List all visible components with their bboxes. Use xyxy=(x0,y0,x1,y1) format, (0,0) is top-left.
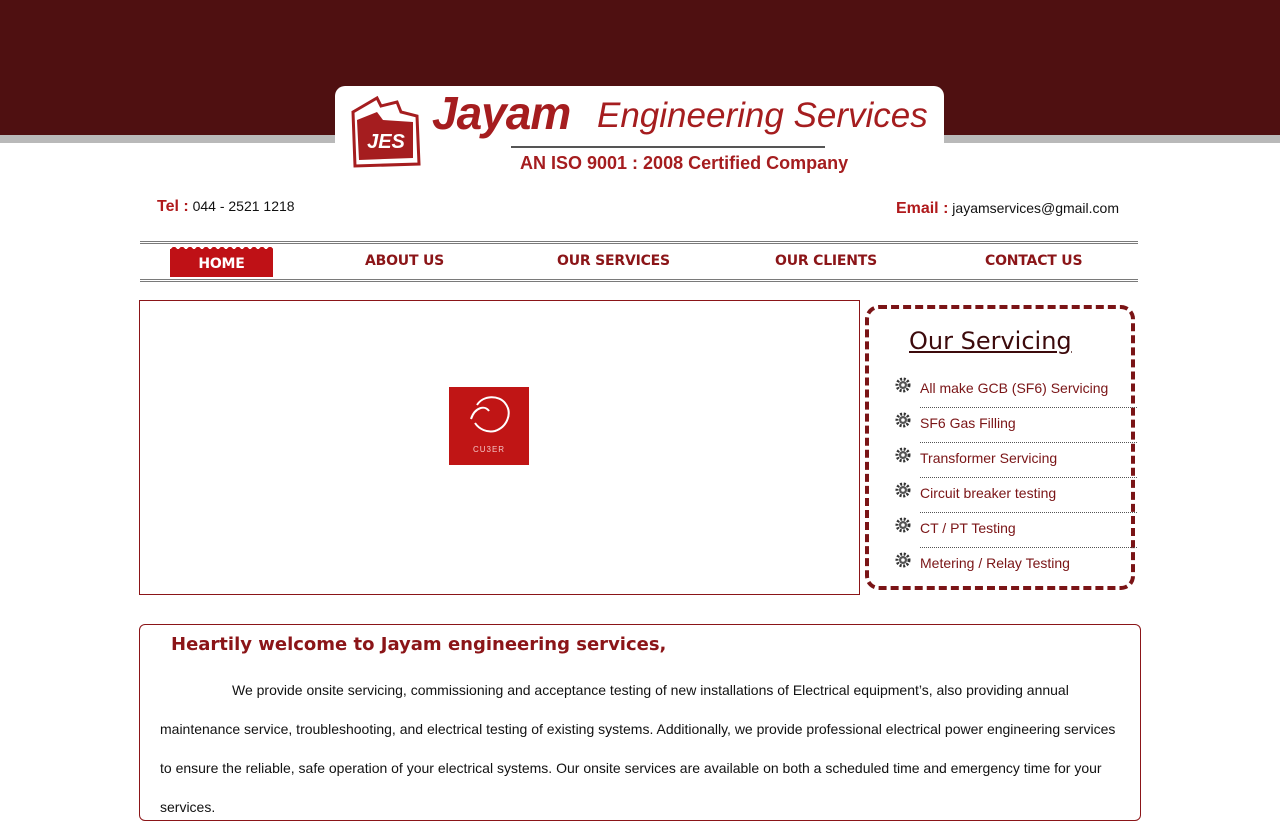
site-logo[interactable]: JES Jayam Engineering Services AN ISO 90… xyxy=(335,86,944,186)
gear-icon xyxy=(895,447,911,463)
welcome-title: Heartily welcome to Jayam engineering se… xyxy=(171,634,667,655)
email-info: Email : jayamservices@gmail.com xyxy=(896,200,1119,218)
servicing-item-label: SF6 Gas Filling xyxy=(920,415,1016,431)
email-label: Email : xyxy=(895,200,949,217)
servicing-item-label: CT / PT Testing xyxy=(920,520,1016,536)
nav-about-us[interactable]: ABOUT US xyxy=(365,253,444,269)
servicing-title: Our Servicing xyxy=(909,327,1072,355)
jes-logo-icon: JES xyxy=(351,95,421,168)
logo-text: JES xyxy=(367,131,405,153)
servicing-item[interactable]: SF6 Gas Filling xyxy=(893,408,1137,443)
welcome-text: We provide onsite servicing, commissioni… xyxy=(160,682,1116,815)
gear-icon xyxy=(895,552,911,568)
main-nav: HOME ABOUT US OUR SERVICES OUR CLIENTS C… xyxy=(140,241,1138,282)
nav-home[interactable]: HOME xyxy=(170,246,273,277)
phone-label: Tel : xyxy=(157,198,189,215)
slider-caption: CU3ER xyxy=(472,445,506,454)
gear-icon xyxy=(895,482,911,498)
welcome-section: Heartily welcome to Jayam engineering se… xyxy=(139,624,1141,821)
servicing-list: All make GCB (SF6) Servicing SF6 Gas Fil… xyxy=(893,373,1137,583)
cu3er-logo-icon xyxy=(470,396,510,433)
brand-divider xyxy=(511,146,825,148)
nav-our-clients[interactable]: OUR CLIENTS xyxy=(775,253,877,269)
brand-name: Jayam xyxy=(432,87,571,139)
servicing-item-label: Metering / Relay Testing xyxy=(920,555,1070,571)
gear-icon xyxy=(895,517,911,533)
image-slider[interactable]: CU3ER xyxy=(139,300,860,595)
servicing-item[interactable]: Transformer Servicing xyxy=(893,443,1137,478)
servicing-item[interactable]: Circuit breaker testing xyxy=(893,478,1137,513)
nav-contact-us[interactable]: CONTACT US xyxy=(985,253,1083,269)
brand-tagline: AN ISO 9001 : 2008 Certified Company xyxy=(520,153,849,173)
brand-subtitle: Engineering Services xyxy=(597,96,928,135)
servicing-panel: Our Servicing All make GCB (SF6) Servici… xyxy=(865,305,1137,590)
servicing-item-label: Transformer Servicing xyxy=(920,450,1058,466)
servicing-item[interactable]: All make GCB (SF6) Servicing xyxy=(893,373,1137,408)
gear-icon xyxy=(895,412,911,428)
servicing-item[interactable]: Metering / Relay Testing xyxy=(893,548,1133,583)
email-value[interactable]: jayamservices@gmail.com xyxy=(952,200,1119,216)
phone-value: 044 - 2521 1218 xyxy=(192,198,295,214)
nav-our-services[interactable]: OUR SERVICES xyxy=(557,253,670,269)
slider-loader-logo: CU3ER xyxy=(449,387,529,465)
servicing-item[interactable]: CT / PT Testing xyxy=(893,513,1137,548)
servicing-item-label: Circuit breaker testing xyxy=(920,485,1057,501)
gear-icon xyxy=(895,377,911,393)
servicing-item-label: All make GCB (SF6) Servicing xyxy=(920,380,1109,396)
phone-info: Tel : 044 - 2521 1218 xyxy=(157,198,295,216)
